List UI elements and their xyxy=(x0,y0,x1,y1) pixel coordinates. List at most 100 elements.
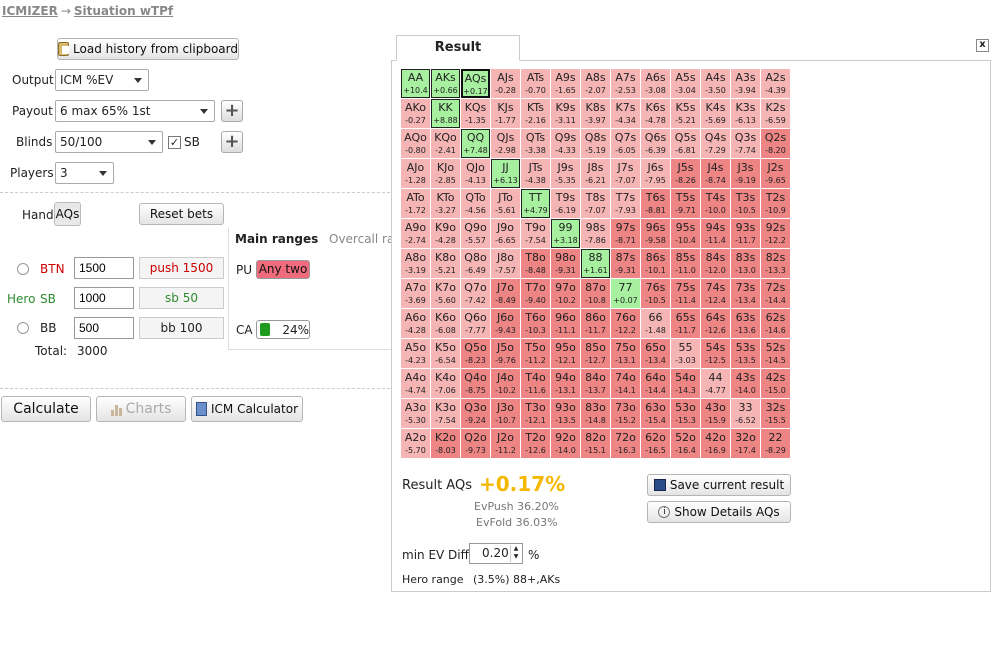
hand-cell[interactable]: 72o -16.3 xyxy=(611,429,640,458)
hand-cell[interactable]: Q5o -8.23 xyxy=(461,339,490,368)
ca-range-button[interactable]: 24% xyxy=(256,320,310,339)
hand-cell[interactable]: T8o -8.48 xyxy=(521,249,550,278)
hand-cell[interactable]: T3o -12.1 xyxy=(521,399,550,428)
hand-cell[interactable]: 76o -12.2 xyxy=(611,309,640,338)
hand-cell[interactable]: 63o -15.4 xyxy=(641,399,670,428)
hand-cell[interactable]: 97s -8.71 xyxy=(611,219,640,248)
hand-cell[interactable]: J6s -7.95 xyxy=(641,159,670,188)
hand-cell[interactable]: 85o -12.7 xyxy=(581,339,610,368)
hand-cell[interactable]: A4o -4.74 xyxy=(401,369,430,398)
hand-cell[interactable]: 96s -9.58 xyxy=(641,219,670,248)
hand-cell[interactable]: A4s -3.50 xyxy=(701,69,730,98)
hand-cell[interactable]: 65o -13.4 xyxy=(641,339,670,368)
add-payout-button[interactable]: + xyxy=(221,100,243,122)
hand-cell[interactable]: 64s -12.6 xyxy=(701,309,730,338)
hand-cell[interactable]: 52s -14.5 xyxy=(761,339,790,368)
hand-cell[interactable]: 32s -15.5 xyxy=(761,399,790,428)
hand-cell[interactable]: 98o -9.31 xyxy=(551,249,580,278)
hand-cell[interactable]: Q6o -7.77 xyxy=(461,309,490,338)
hand-cell[interactable]: A6o -4.28 xyxy=(401,309,430,338)
players-select[interactable]: 3 xyxy=(55,162,114,184)
hand-cell[interactable]: K7o -5.60 xyxy=(431,279,460,308)
hand-cell[interactable]: 74o -14.1 xyxy=(611,369,640,398)
hand-cell[interactable]: 74s -12.4 xyxy=(701,279,730,308)
hand-cell[interactable]: Q6s -6.39 xyxy=(641,129,670,158)
hand-cell[interactable]: J5s -8.26 xyxy=(671,159,700,188)
hand-cell[interactable]: 32o -17.4 xyxy=(731,429,760,458)
hand-cell[interactable]: J4o -10.2 xyxy=(491,369,520,398)
hand-cell[interactable]: J2s -9.65 xyxy=(761,159,790,188)
tab-main-ranges[interactable]: Main ranges xyxy=(235,232,318,246)
tab-overcall-ranges[interactable]: Overcall ra xyxy=(329,232,391,246)
hand-cell[interactable]: AKo -0.27 xyxy=(401,99,430,128)
pu-range-button[interactable]: Any two xyxy=(256,260,310,279)
hand-cell[interactable]: A9s -1.65 xyxy=(551,69,580,98)
hand-cell[interactable]: QJo -4.13 xyxy=(461,159,490,188)
hand-cell[interactable]: AQo -0.80 xyxy=(401,129,430,158)
hand-cell[interactable]: 33 -6.52 xyxy=(731,399,760,428)
hand-cell[interactable]: Q2o -9.73 xyxy=(461,429,490,458)
hand-cell[interactable]: J9s -5.35 xyxy=(551,159,580,188)
hand-cell[interactable]: Q5s -6.81 xyxy=(671,129,700,158)
bb-stack-input[interactable] xyxy=(74,317,134,339)
hand-cell[interactable]: 73o -15.2 xyxy=(611,399,640,428)
hand-cell[interactable]: A2s -4.39 xyxy=(761,69,790,98)
hand-cell[interactable]: 94o -13.1 xyxy=(551,369,580,398)
hand-cell[interactable]: 93o -13.5 xyxy=(551,399,580,428)
hand-cell[interactable]: 87o -10.8 xyxy=(581,279,610,308)
hand-cell[interactable]: K6s -4.78 xyxy=(641,99,670,128)
hand-cell[interactable]: 53s -13.5 xyxy=(731,339,760,368)
hand-cell[interactable]: 76s -10.5 xyxy=(641,279,670,308)
hand-cell[interactable]: 97o -10.2 xyxy=(551,279,580,308)
hand-cell[interactable]: J9o -6.65 xyxy=(491,219,520,248)
hand-cell[interactable]: A5s -3.04 xyxy=(671,69,700,98)
hand-cell[interactable]: K3s -6.13 xyxy=(731,99,760,128)
hand-cell[interactable]: 44 -4.77 xyxy=(701,369,730,398)
hand-cell[interactable]: AQs +0.17 xyxy=(461,69,490,98)
min-ev-stepper[interactable]: 0.20 ▲ ▼ xyxy=(469,543,523,564)
hand-cell[interactable]: 87s -9.31 xyxy=(611,249,640,278)
hand-cell[interactable]: Q8o -6.49 xyxy=(461,249,490,278)
hand-cell[interactable]: 88 +1.61 xyxy=(581,249,610,278)
hand-cell[interactable]: K5s -5.21 xyxy=(671,99,700,128)
hand-cell[interactable]: 73s -13.4 xyxy=(731,279,760,308)
hand-cell[interactable]: 77 +0.07 xyxy=(611,279,640,308)
hand-cell[interactable]: KK +8.88 xyxy=(431,99,460,128)
hand-cell[interactable]: K9o -4.28 xyxy=(431,219,460,248)
hand-cell[interactable]: A3s -3.94 xyxy=(731,69,760,98)
hand-cell[interactable]: 99 +3.18 xyxy=(551,219,580,248)
hand-cell[interactable]: 85s -11.0 xyxy=(671,249,700,278)
hand-cell[interactable]: J8s -6.21 xyxy=(581,159,610,188)
hand-cell[interactable]: J3s -9.19 xyxy=(731,159,760,188)
hand-cell[interactable]: K4s -5.69 xyxy=(701,99,730,128)
hand-cell[interactable]: QJs -2.98 xyxy=(491,129,520,158)
hand-cell[interactable]: 52o -16.4 xyxy=(671,429,700,458)
hand-cell[interactable]: K2o -8.03 xyxy=(431,429,460,458)
hand-cell[interactable]: K4o -7.06 xyxy=(431,369,460,398)
hand-cell[interactable]: Q3o -9.24 xyxy=(461,399,490,428)
hand-cell[interactable]: J7s -7.07 xyxy=(611,159,640,188)
hand-cell[interactable]: 83o -14.8 xyxy=(581,399,610,428)
hand-cell[interactable]: J2o -11.2 xyxy=(491,429,520,458)
btn-stack-input[interactable] xyxy=(74,257,134,279)
hand-cell[interactable]: Q3s -7.74 xyxy=(731,129,760,158)
hand-cell[interactable]: 95s -10.4 xyxy=(671,219,700,248)
hand-cell[interactable]: A9o -2.74 xyxy=(401,219,430,248)
hand-cell[interactable]: T7s -7.93 xyxy=(611,189,640,218)
hand-cell[interactable]: K2s -6.59 xyxy=(761,99,790,128)
hand-cell[interactable]: J4s -8.74 xyxy=(701,159,730,188)
hand-cell[interactable]: TT +4.79 xyxy=(521,189,550,218)
hand-cell[interactable]: KJs -1.77 xyxy=(491,99,520,128)
spinner-arrows-icon[interactable]: ▲ ▼ xyxy=(510,545,521,562)
bb-radio[interactable] xyxy=(17,322,29,334)
hand-cell[interactable]: 62o -16.5 xyxy=(641,429,670,458)
hand-cell[interactable]: Q2s -8.20 xyxy=(761,129,790,158)
hand-cell[interactable]: A8o -3.19 xyxy=(401,249,430,278)
blinds-select[interactable]: 50/100 xyxy=(55,131,163,153)
hand-cell[interactable]: 75o -13.1 xyxy=(611,339,640,368)
hand-cell[interactable]: 63s -13.6 xyxy=(731,309,760,338)
hand-cell[interactable]: JTs -4.38 xyxy=(521,159,550,188)
save-result-button[interactable]: Save current result xyxy=(647,474,791,496)
hand-cell[interactable]: T5s -9.71 xyxy=(671,189,700,218)
close-icon[interactable]: x xyxy=(976,39,989,52)
